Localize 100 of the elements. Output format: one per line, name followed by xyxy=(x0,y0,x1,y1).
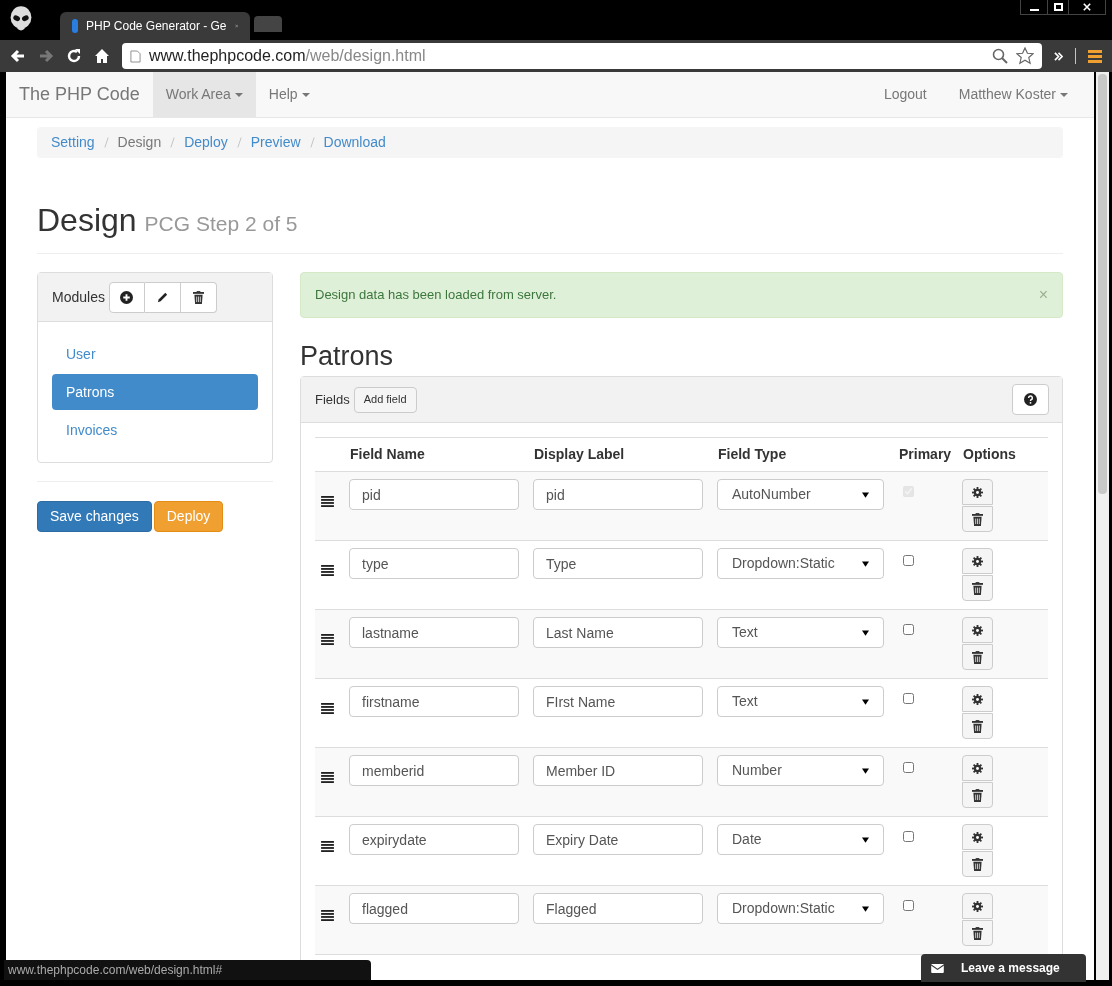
dropdown-arrow-icon xyxy=(862,905,869,912)
home-icon[interactable] xyxy=(94,48,110,64)
add-field-button[interactable]: Add field xyxy=(353,386,417,413)
gear-icon xyxy=(972,555,983,567)
caret-icon xyxy=(234,92,243,97)
drag-handle-icon[interactable] xyxy=(321,703,334,714)
display-label-input[interactable]: Expiry Date xyxy=(533,824,703,855)
primary-checkbox[interactable] xyxy=(903,693,914,704)
maximize-icon[interactable] xyxy=(1047,0,1069,14)
field-name-input[interactable]: firstname xyxy=(349,686,519,717)
column-header: Field Name xyxy=(349,437,533,472)
delete-module-button[interactable] xyxy=(180,281,217,313)
menu-icon[interactable] xyxy=(1088,49,1102,63)
settings-button[interactable] xyxy=(962,617,993,643)
help-button[interactable] xyxy=(1012,384,1049,415)
double-chevron-icon[interactable] xyxy=(1054,51,1063,61)
primary-checkbox[interactable] xyxy=(903,831,914,842)
column-header: Options xyxy=(962,437,1048,472)
drag-handle-icon[interactable] xyxy=(321,565,334,576)
drag-handle-icon[interactable] xyxy=(321,910,334,921)
separator-icon xyxy=(103,137,109,148)
scrollbar[interactable] xyxy=(1096,72,1109,980)
trash-icon xyxy=(972,581,983,595)
nav-link[interactable]: Matthew Koster xyxy=(942,72,1084,117)
browser-tab[interactable]: PHP Code Generator - Ge xyxy=(60,12,250,40)
display-label-input[interactable]: Member ID xyxy=(533,755,703,786)
search-icon[interactable] xyxy=(992,48,1008,64)
back-arrow-icon[interactable] xyxy=(10,48,26,64)
field-name-input[interactable]: pid xyxy=(349,479,519,510)
column-header: Display Label xyxy=(533,437,717,472)
primary-checkbox[interactable] xyxy=(903,624,914,635)
settings-button[interactable] xyxy=(962,479,993,505)
page-icon xyxy=(130,49,141,63)
nav-link[interactable]: Logout xyxy=(867,72,943,117)
trash-icon xyxy=(972,512,983,526)
nav-menu[interactable]: Work Area xyxy=(152,72,256,117)
field-name-input[interactable]: flagged xyxy=(349,893,519,924)
dropdown-arrow-icon xyxy=(862,491,869,498)
drag-handle-icon[interactable] xyxy=(321,841,334,852)
dropdown-arrow-icon xyxy=(862,560,869,567)
trash-icon xyxy=(192,290,204,304)
gear-icon xyxy=(972,624,983,636)
display-label-input[interactable]: Flagged xyxy=(533,893,703,924)
alert-message: Design data has been loaded from server. xyxy=(315,286,557,305)
primary-checkbox[interactable] xyxy=(903,762,914,773)
field-name-input[interactable]: expirydate xyxy=(349,824,519,855)
delete-field-button[interactable] xyxy=(962,920,993,946)
settings-button[interactable] xyxy=(962,548,993,574)
settings-button[interactable] xyxy=(962,686,993,712)
star-icon[interactable] xyxy=(1016,47,1034,65)
add-module-button[interactable] xyxy=(108,281,145,313)
field-name-input[interactable]: memberid xyxy=(349,755,519,786)
field-name-input[interactable]: lastname xyxy=(349,617,519,648)
primary-checkbox[interactable] xyxy=(903,555,914,566)
gear-icon xyxy=(972,693,983,705)
field-name-input[interactable]: type xyxy=(349,548,519,579)
action-button[interactable]: Save changes xyxy=(37,501,152,532)
chat-button[interactable]: Leave a message xyxy=(921,954,1086,982)
envelope-icon xyxy=(931,963,944,973)
display-label-input[interactable]: FIrst Name xyxy=(533,686,703,717)
breadcrumb-link[interactable]: Design xyxy=(117,132,162,153)
tab-title: PHP Code Generator - Ge xyxy=(86,18,227,35)
settings-button[interactable] xyxy=(962,824,993,850)
drag-handle-icon[interactable] xyxy=(321,496,334,507)
field-type-select[interactable]: AutoNumber xyxy=(717,479,884,510)
panel-title: Modules xyxy=(52,287,105,307)
settings-button[interactable] xyxy=(962,755,993,781)
delete-field-button[interactable] xyxy=(962,782,993,808)
field-type-select[interactable]: Text xyxy=(717,617,884,648)
module-item[interactable]: Invoices xyxy=(52,412,258,448)
column-header: Field Type xyxy=(717,437,898,472)
caret-icon xyxy=(301,92,310,97)
drag-handle-icon[interactable] xyxy=(321,772,334,783)
display-label-input[interactable]: Last Name xyxy=(533,617,703,648)
address-bar[interactable]: www.thephpcode.com/web/design.html xyxy=(122,43,1042,69)
field-type-select[interactable]: Number xyxy=(717,755,884,786)
delete-field-button[interactable] xyxy=(962,506,993,532)
dropdown-arrow-icon xyxy=(862,767,869,774)
brand-link[interactable]: The PHP Code xyxy=(19,81,140,108)
delete-field-button[interactable] xyxy=(962,644,993,670)
field-type-select[interactable]: Text xyxy=(717,686,884,717)
primary-checkbox[interactable] xyxy=(903,900,914,911)
module-title: Patrons xyxy=(300,340,395,372)
reload-icon[interactable] xyxy=(66,48,82,64)
module-item[interactable]: User xyxy=(52,336,258,372)
display-label-input[interactable]: Type xyxy=(533,548,703,579)
field-type-select[interactable]: Dropdown:Static xyxy=(717,893,884,924)
delete-field-button[interactable] xyxy=(962,851,993,877)
delete-field-button[interactable] xyxy=(962,575,993,601)
separator-icon xyxy=(236,137,242,148)
settings-button[interactable] xyxy=(962,893,993,919)
forward-arrow-icon[interactable] xyxy=(38,48,54,64)
trash-icon xyxy=(972,650,983,664)
field-type-select[interactable]: Dropdown:Static xyxy=(717,548,884,579)
help-icon xyxy=(1024,393,1037,406)
delete-field-button[interactable] xyxy=(962,713,993,739)
module-item[interactable]: Patrons xyxy=(52,374,258,410)
drag-handle-icon[interactable] xyxy=(321,634,334,645)
field-type-select[interactable]: Date xyxy=(717,824,884,855)
display-label-input[interactable]: pid xyxy=(533,479,703,510)
